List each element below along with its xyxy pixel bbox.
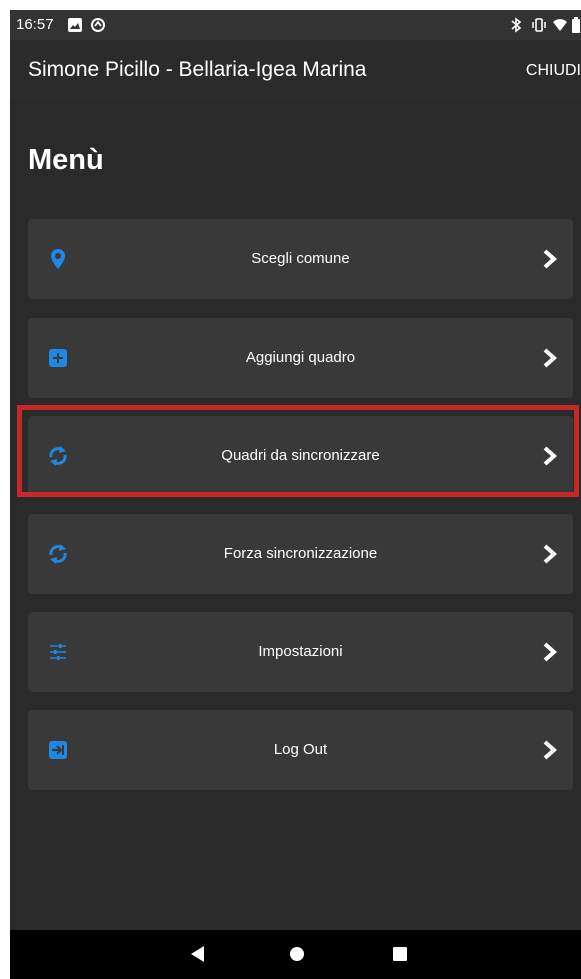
back-icon[interactable] bbox=[190, 945, 206, 963]
vibrate-icon bbox=[532, 18, 546, 32]
menu-item-aggiungi-quadro[interactable]: Aggiungi quadro bbox=[28, 318, 573, 398]
recents-icon[interactable] bbox=[392, 946, 408, 962]
menu-item-log-out[interactable]: Log Out bbox=[28, 710, 573, 790]
menu-item-label: Scegli comune bbox=[251, 250, 350, 267]
chevron-right-icon bbox=[543, 544, 558, 564]
status-time: 16:57 bbox=[16, 16, 54, 33]
menu-item-scegli-comune[interactable]: Scegli comune bbox=[28, 219, 573, 299]
menu-item-label: Log Out bbox=[273, 741, 328, 758]
menu-item-impostazioni[interactable]: Impostazioni bbox=[28, 612, 573, 692]
status-bar: 16:57 bbox=[10, 10, 581, 40]
device-screen: 16:57 Simone Picillo - Bellaria-Igea Mar… bbox=[10, 10, 581, 979]
app-bar: Simone Picillo - Bellaria-Igea Marina CH… bbox=[10, 40, 581, 103]
menu-item-label: Impostazioni bbox=[258, 643, 343, 660]
bluetooth-icon bbox=[511, 17, 522, 33]
menu-item-forza-sincronizzazione[interactable]: Forza sincronizzazione bbox=[28, 514, 573, 594]
system-nav-bar bbox=[10, 930, 581, 979]
page-title: Menù bbox=[28, 144, 104, 176]
menu-item-label: Forza sincronizzazione bbox=[223, 545, 378, 562]
chevron-right-icon bbox=[543, 642, 558, 662]
menu-item-label: Aggiungi quadro bbox=[245, 349, 356, 366]
close-button[interactable]: CHIUDI bbox=[526, 62, 581, 80]
app-title: Simone Picillo - Bellaria-Igea Marina bbox=[28, 58, 367, 81]
highlight-frame bbox=[17, 405, 579, 497]
wifi-icon bbox=[553, 19, 567, 31]
chevron-right-icon bbox=[543, 249, 558, 269]
chevron-right-icon bbox=[543, 740, 558, 760]
data-saver-icon bbox=[91, 18, 105, 32]
home-icon[interactable] bbox=[289, 946, 305, 962]
battery-icon bbox=[572, 17, 580, 33]
image-notification-icon bbox=[68, 18, 82, 32]
chevron-right-icon bbox=[543, 348, 558, 368]
